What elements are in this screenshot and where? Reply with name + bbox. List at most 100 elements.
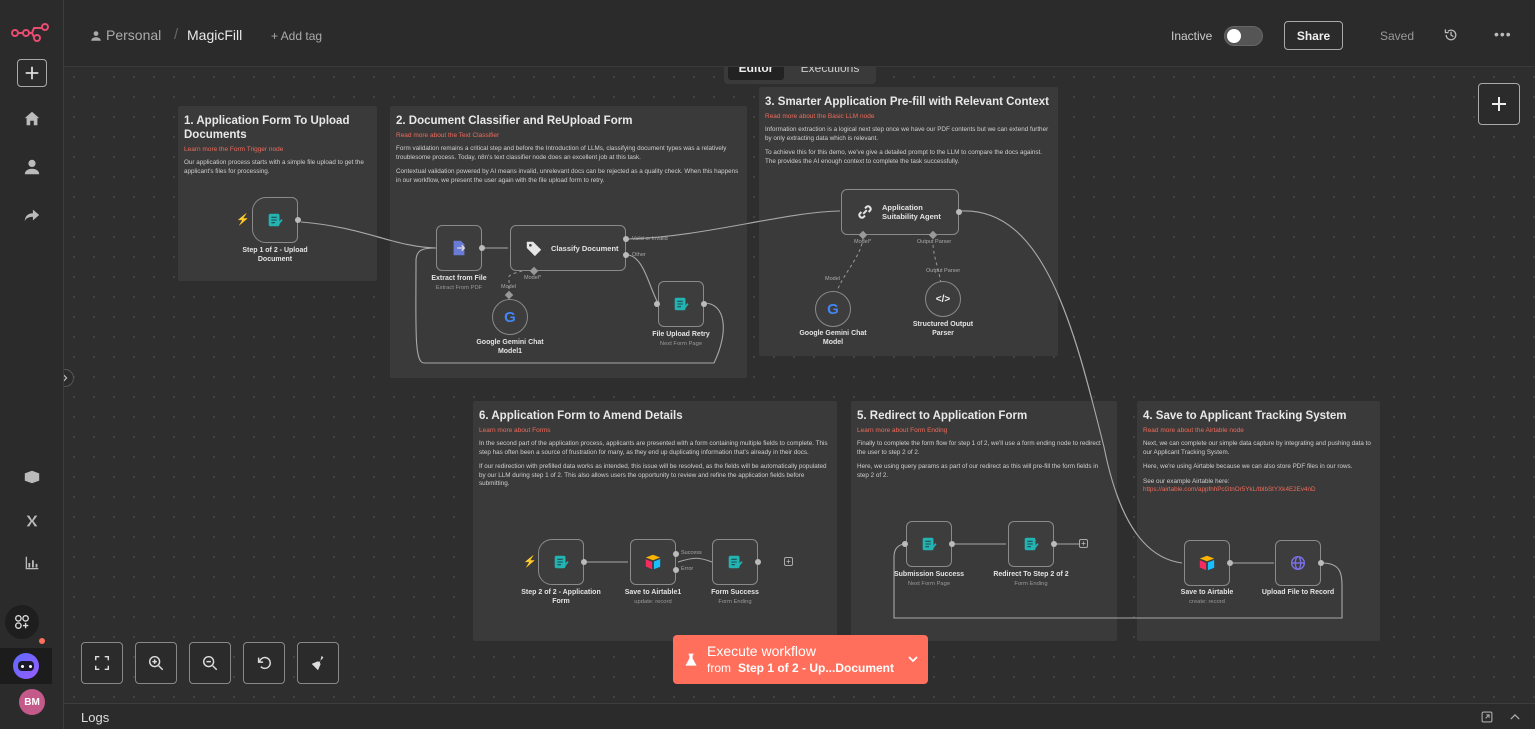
node-step2-application-form[interactable] [538,539,584,585]
variables-button[interactable] [16,506,48,536]
node-save-to-airtable1[interactable] [630,539,676,585]
output-port[interactable] [295,217,301,223]
chevron-down-icon[interactable] [908,654,918,664]
input-port[interactable] [654,301,660,307]
sticky-body: Form validation remains a critical step … [396,145,727,161]
reset-zoom-button[interactable] [243,642,285,684]
output-port[interactable] [479,245,485,251]
zoom-in-button[interactable] [135,642,177,684]
node-form-success[interactable] [712,539,758,585]
port-label-output-parser: Output Parser [917,239,952,245]
link-chain-icon [858,205,872,219]
node-file-upload-retry[interactable] [658,281,704,327]
undo-icon [257,656,271,670]
sticky-url[interactable]: https://airtable.com/appfnhPcGtnOr5YkL/t… [1143,486,1374,495]
form-icon [268,213,283,227]
node-upload-file-to-record[interactable] [1275,540,1321,586]
execute-sub-node: Step 1 of 2 - Up...Document [738,661,895,675]
node-submission-success[interactable] [906,521,952,567]
templates-button[interactable] [16,462,48,492]
fit-view-button[interactable] [81,642,123,684]
sticky-link[interactable]: Learn more about Form Ending [857,427,1111,434]
form-icon [922,537,937,551]
node-classify-document[interactable]: Classify Document [510,225,626,271]
node-application-suitability-agent[interactable]: Application Suitability Agent [841,189,959,235]
breadcrumb-workspace[interactable]: Personal [106,27,161,43]
zoom-out-button[interactable] [189,642,231,684]
output-port[interactable] [1318,560,1324,566]
port-label-success: Success [681,550,702,556]
node-step1-upload[interactable] [252,197,298,243]
execute-label: Execute workflow [707,643,816,659]
assistant-icon [13,653,39,679]
add-node-panel-button[interactable] [1478,83,1520,125]
node-extract-from-file[interactable] [436,225,482,271]
assistant-button[interactable] [0,648,52,684]
sticky-body: Contextual validation powered by AI mean… [396,168,739,184]
sticky-link[interactable]: Read more about the Text Classifier [396,132,741,139]
output-port-success[interactable] [673,551,679,557]
history-icon[interactable] [1443,27,1459,43]
personal-button[interactable] [16,152,48,182]
sticky-note-5[interactable]: 5. Redirect to Application Form Learn mo… [851,401,1117,641]
add-workflow-button[interactable] [17,59,47,87]
insights-button[interactable] [16,548,48,578]
box-icon [24,470,40,484]
tab-editor[interactable]: Editor [728,67,784,80]
port-label-model: Model* [854,239,872,245]
node-label: Structured Output Parser [912,321,974,337]
help-button[interactable] [5,605,39,639]
output-port[interactable] [1227,560,1233,566]
output-port[interactable] [1051,541,1057,547]
chevron-up-icon[interactable] [1508,710,1522,724]
output-port[interactable] [949,541,955,547]
airtable-icon [1199,555,1215,571]
add-node-button[interactable]: + [784,557,793,566]
node-gemini-chat-model-1[interactable]: G [492,299,528,335]
sticky-body: Here, we using query params as part of o… [857,463,1099,479]
execute-workflow-button[interactable]: Execute workflow from Step 1 of 2 - Up..… [673,635,928,684]
add-tag-button[interactable]: + Add tag [271,29,322,43]
node-label: Save to Airtable [1180,589,1234,596]
sticky-body: Information extraction is a logical next… [765,126,1049,142]
sticky-link[interactable]: Learn more the Form Trigger node [184,146,371,153]
output-port[interactable] [701,301,707,307]
share-button[interactable]: Share [1284,21,1343,50]
workflow-canvas[interactable]: 1. Application Form To Upload Documents … [64,67,1535,703]
saved-status: Saved [1380,29,1415,43]
node-subtitle: Next Form Page [907,581,951,587]
sticky-note-4[interactable]: 4. Save to Applicant Tracking System Rea… [1137,401,1380,641]
output-port-error[interactable] [673,567,679,573]
variable-x-icon [26,515,38,527]
node-gemini-chat-model[interactable]: G [815,291,851,327]
header: Personal / MagicFill + Add tag Inactive … [64,0,1535,67]
output-port-valid[interactable] [623,236,629,242]
port-label-other: Other [632,252,646,258]
logs-panel[interactable]: Logs [64,703,1535,729]
more-options-icon[interactable]: ••• [1494,26,1512,42]
node-save-to-airtable[interactable] [1184,540,1230,586]
output-port[interactable] [581,559,587,565]
avatar[interactable]: BM [19,689,45,715]
output-port-other[interactable] [623,252,629,258]
output-port[interactable] [755,559,761,565]
sticky-body: If our redirection with prefilled data w… [479,463,827,488]
n8n-logo[interactable] [10,20,52,44]
sticky-link[interactable]: Read more about the Airtable node [1143,427,1374,434]
home-button[interactable] [16,104,48,134]
node-redirect-step2[interactable] [1008,521,1054,567]
sticky-link[interactable]: Read more about the Basic LLM node [765,113,1052,120]
node-structured-output-parser[interactable]: </> [925,281,961,317]
shared-button[interactable] [16,200,48,230]
workflow-name[interactable]: MagicFill [187,27,242,43]
output-port[interactable] [956,209,962,215]
tidy-up-button[interactable] [297,642,339,684]
active-toggle[interactable] [1224,26,1263,46]
view-tabs: Editor Executions [724,67,876,84]
sticky-link[interactable]: Learn more about Forms [479,427,831,434]
node-label: Submission Success [893,571,965,578]
input-port[interactable] [902,541,908,547]
pop-out-icon[interactable] [1480,710,1494,724]
tab-executions[interactable]: Executions [788,67,872,80]
add-node-button[interactable]: + [1079,539,1088,548]
